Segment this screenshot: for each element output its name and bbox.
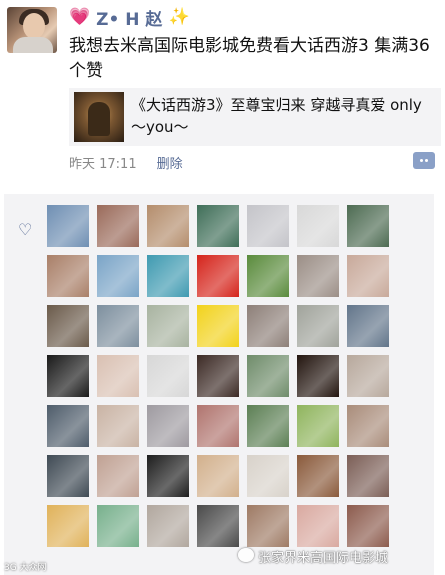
like-avatar[interactable] — [147, 355, 189, 397]
link-title: 《大话西游3》至尊宝归来 穿越寻真爱 only～you～ — [131, 96, 422, 136]
author-avatar[interactable] — [7, 7, 57, 53]
like-avatar[interactable] — [147, 205, 189, 247]
corner-watermark: 3G 大众网 — [4, 563, 47, 573]
comment-more-button[interactable] — [413, 152, 435, 169]
like-avatar[interactable] — [297, 455, 339, 497]
like-avatar[interactable] — [47, 405, 89, 447]
like-avatar[interactable] — [47, 505, 89, 547]
like-avatar[interactable] — [247, 355, 289, 397]
link-thumbnail — [74, 92, 124, 142]
like-avatar[interactable] — [347, 255, 389, 297]
like-avatar[interactable] — [97, 355, 139, 397]
like-avatar[interactable] — [97, 405, 139, 447]
like-avatar[interactable] — [347, 505, 389, 547]
like-avatar[interactable] — [197, 405, 239, 447]
heart-emoji-icon: 💗 — [69, 7, 91, 27]
post-text: 我想去米高国际电影城免费看大话西游3 集满36个赞 — [69, 36, 430, 81]
like-avatar[interactable] — [197, 305, 239, 347]
like-avatar[interactable] — [197, 355, 239, 397]
like-avatar[interactable] — [197, 255, 239, 297]
like-avatar[interactable] — [47, 305, 89, 347]
like-avatar[interactable] — [347, 405, 389, 447]
like-avatar[interactable] — [97, 305, 139, 347]
like-avatar[interactable] — [347, 355, 389, 397]
like-avatar[interactable] — [297, 355, 339, 397]
like-avatar[interactable] — [47, 355, 89, 397]
like-avatar[interactable] — [97, 505, 139, 547]
link-card[interactable]: 《大话西游3》至尊宝归来 穿越寻真爱 only～you～ — [69, 88, 441, 146]
like-avatar[interactable] — [247, 305, 289, 347]
dot-icon — [420, 159, 423, 162]
like-avatar[interactable] — [247, 505, 289, 547]
like-avatar[interactable] — [147, 255, 189, 297]
author-name[interactable]: Z• H 赵 — [96, 5, 162, 30]
sparkle-emoji-icon: ✨ — [168, 7, 190, 27]
heart-outline-icon: ♡ — [18, 220, 33, 239]
dot-icon — [425, 159, 428, 162]
like-avatar[interactable] — [147, 505, 189, 547]
like-avatar[interactable] — [147, 455, 189, 497]
like-avatar[interactable] — [297, 255, 339, 297]
like-avatar[interactable] — [247, 205, 289, 247]
post-time: 昨天 17:11 — [69, 157, 137, 172]
like-avatar[interactable] — [197, 455, 239, 497]
wechat-icon — [238, 548, 254, 562]
like-avatar[interactable] — [197, 205, 239, 247]
like-avatar[interactable] — [297, 205, 339, 247]
like-avatar[interactable] — [197, 505, 239, 547]
like-avatar[interactable] — [47, 455, 89, 497]
like-avatar[interactable] — [47, 205, 89, 247]
like-avatar[interactable] — [147, 405, 189, 447]
like-avatar[interactable] — [47, 255, 89, 297]
like-avatar[interactable] — [297, 405, 339, 447]
like-avatar[interactable] — [347, 205, 389, 247]
like-avatar[interactable] — [347, 305, 389, 347]
like-avatar[interactable] — [97, 205, 139, 247]
like-avatar[interactable] — [97, 455, 139, 497]
like-avatar[interactable] — [347, 455, 389, 497]
post-meta: 昨天 17:11 删除 — [69, 153, 183, 172]
like-avatar[interactable] — [297, 505, 339, 547]
like-avatar[interactable] — [247, 405, 289, 447]
like-avatar[interactable] — [147, 305, 189, 347]
delete-button[interactable]: 删除 — [157, 153, 183, 172]
watermark-text: 张家界米高国际电影城 — [258, 551, 389, 566]
like-avatar[interactable] — [247, 255, 289, 297]
like-avatar[interactable] — [297, 305, 339, 347]
like-avatar[interactable] — [97, 255, 139, 297]
author-name-row[interactable]: 💗 Z• H 赵 ✨ — [69, 5, 190, 30]
like-avatar[interactable] — [247, 455, 289, 497]
